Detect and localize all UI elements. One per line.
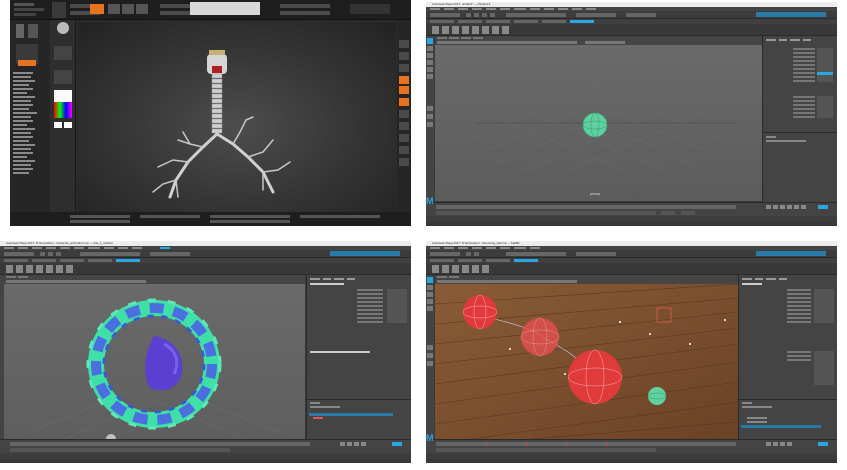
maya-logo: M — [426, 196, 434, 206]
window-title: Autodesk Maya 2017: untitled* --- pSpher… — [432, 2, 491, 6]
shelf-icons — [0, 263, 411, 275]
channel-box — [306, 275, 411, 439]
viewport-panel-menu — [435, 36, 762, 45]
help-line — [426, 222, 837, 226]
time-slider[interactable] — [0, 439, 411, 453]
viewport-persp[interactable] — [4, 284, 305, 442]
scene-sphere: persp — [454, 84, 736, 196]
time-slider[interactable] — [426, 439, 837, 453]
tool-box — [426, 36, 434, 202]
viewport-panel-menu — [435, 275, 738, 284]
zbrush-menu-column — [10, 20, 50, 226]
zbrush-top-toolbar — [10, 0, 411, 20]
trachea-model — [152, 50, 291, 199]
zbrush-window — [10, 0, 411, 226]
shelf-icons — [426, 24, 837, 36]
zbrush-brush-column — [50, 20, 76, 226]
zbrush-bottom-bar — [10, 212, 411, 226]
help-line — [0, 459, 411, 463]
shelf-icons — [426, 263, 837, 275]
viewport-persp[interactable] — [435, 284, 738, 442]
screenshot-grid: Autodesk Maya 2017: untitled* --- pSpher… — [0, 0, 847, 470]
maya-window-sphere: Autodesk Maya 2017: untitled* --- pSpher… — [426, 2, 837, 226]
window-title: Autodesk Maya 2017: D:/animation/.../mol… — [6, 241, 114, 245]
channel-box — [738, 275, 837, 439]
maya-window-balls: Autodesk Maya 2017: D:/animation/.../bou… — [426, 241, 837, 463]
zbrush-right-shelf — [397, 20, 411, 226]
zbrush-toolbar-icons — [14, 2, 390, 18]
status-line — [426, 11, 837, 19]
color-picker[interactable] — [54, 102, 72, 118]
help-line — [426, 459, 837, 463]
scene-bouncing-balls — [435, 284, 738, 442]
time-slider[interactable] — [426, 202, 837, 216]
status-line — [426, 250, 837, 258]
tool-box — [426, 275, 434, 439]
viewport-panel-menu — [4, 275, 305, 284]
maya-window-dna: Autodesk Maya 2017: D:/animation/.../mol… — [0, 241, 411, 463]
viewport-persp[interactable]: persp — [435, 45, 762, 201]
window-title: Autodesk Maya 2017: D:/animation/.../bou… — [432, 241, 520, 245]
status-line — [0, 250, 411, 258]
scene-dna-ring — [23, 298, 285, 442]
zbrush-canvas[interactable] — [78, 22, 396, 212]
panel-label: persp — [590, 191, 601, 196]
maya-logo: M — [426, 433, 434, 443]
channel-box — [762, 36, 837, 202]
